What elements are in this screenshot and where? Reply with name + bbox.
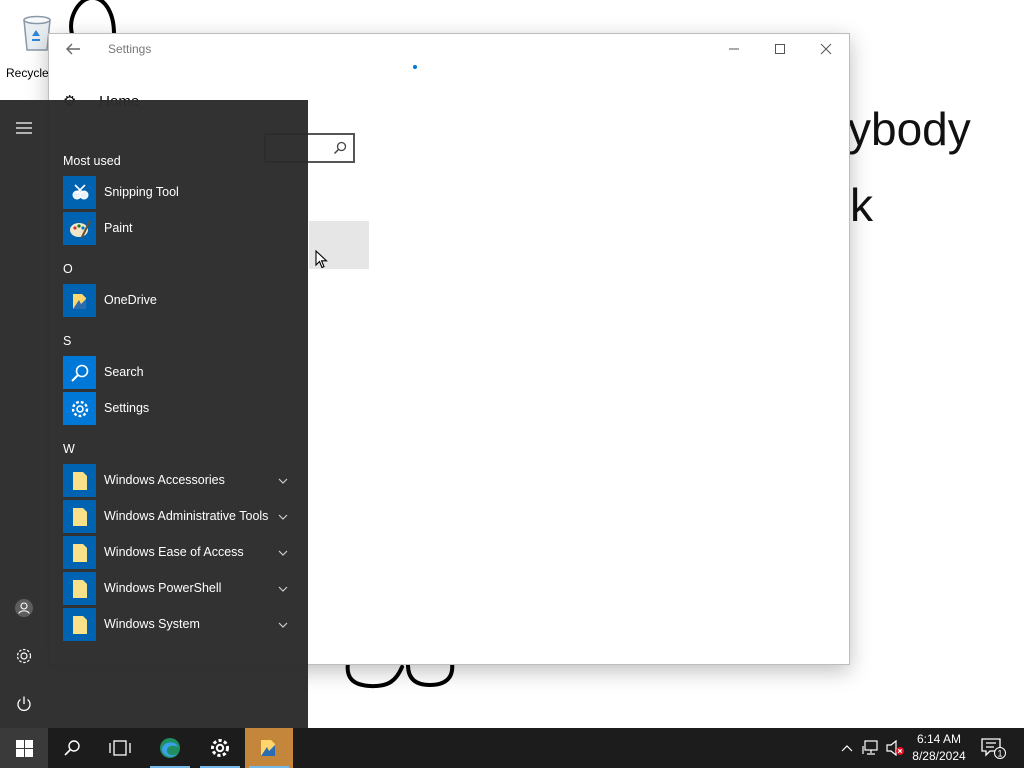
background-text-line-2: k <box>850 179 873 231</box>
show-hidden-icons-button[interactable] <box>838 728 856 768</box>
section-header-w: W <box>63 442 75 456</box>
folder-windows-accessories[interactable]: Windows Accessories <box>63 464 303 498</box>
app-label: Search <box>104 365 144 379</box>
taskbar: 6:14 AM 8/28/2024 1 <box>0 728 1024 768</box>
power-icon <box>17 696 31 711</box>
app-label: Windows PowerShell <box>104 581 222 595</box>
app-search[interactable]: Search <box>63 356 303 390</box>
onedrive-icon <box>63 284 96 317</box>
folder-icon <box>63 572 96 605</box>
taskbar-search-button[interactable] <box>48 728 96 768</box>
snipping-tool-icon <box>63 176 96 209</box>
app-label: Windows System <box>104 617 200 631</box>
app-label: Windows Accessories <box>104 473 225 487</box>
folder-windows-system[interactable]: Windows System <box>63 608 303 642</box>
maximize-button[interactable] <box>757 34 803 64</box>
network-icon <box>862 740 878 755</box>
settings-gear-icon <box>211 739 229 757</box>
section-header-most-used: Most used <box>63 154 121 168</box>
folder-icon <box>63 608 96 641</box>
folder-windows-administrative-tools[interactable]: Windows Administrative Tools <box>63 500 303 534</box>
edge-browser-icon <box>160 738 180 758</box>
settings-gear-icon <box>16 648 32 664</box>
gear-icon <box>63 392 96 425</box>
expand-menu-button[interactable] <box>0 108 48 148</box>
app-paint[interactable]: Paint <box>63 212 303 246</box>
folder-windows-ease-of-access[interactable]: Windows Ease of Access <box>63 536 303 570</box>
close-icon <box>820 43 832 55</box>
chevron-up-icon <box>841 745 853 752</box>
background-text-line-1: ybody <box>848 103 971 155</box>
chevron-down-icon[interactable] <box>277 511 289 523</box>
search-icon <box>63 356 96 389</box>
start-button[interactable] <box>0 728 48 768</box>
task-view-icon <box>109 740 131 756</box>
folder-icon <box>63 464 96 497</box>
volume-muted-icon <box>886 740 904 756</box>
app-snipping-tool[interactable]: Snipping Tool <box>63 176 303 210</box>
app-label: Settings <box>104 401 150 415</box>
power-button[interactable] <box>0 684 48 724</box>
network-status-button[interactable] <box>860 728 882 768</box>
taskbar-file-explorer-button[interactable] <box>245 728 293 768</box>
folder-icon <box>63 536 96 569</box>
start-windows-icon <box>15 739 33 757</box>
maximize-icon <box>775 44 785 54</box>
section-header-s: S <box>63 334 72 348</box>
window-title: Settings <box>108 42 152 56</box>
minimize-icon <box>729 48 739 50</box>
loading-indicator <box>413 65 417 69</box>
clock-time: 6:14 AM <box>916 732 962 746</box>
hamburger-menu-icon <box>16 122 32 134</box>
app-onedrive[interactable]: OneDrive <box>63 284 303 318</box>
app-label: Windows Administrative Tools <box>104 509 269 523</box>
folder-icon <box>63 500 96 533</box>
recycle-bin-label: Recycle <box>6 66 49 80</box>
search-icon[interactable] <box>333 141 347 155</box>
taskbar-edge-button[interactable] <box>146 728 194 768</box>
taskbar-clock[interactable]: 6:14 AM 8/28/2024 <box>908 731 970 765</box>
app-label: Paint <box>104 221 133 235</box>
app-label: OneDrive <box>104 293 157 307</box>
action-center-button[interactable]: 1 <box>978 728 1008 768</box>
chevron-down-icon[interactable] <box>277 475 289 487</box>
chevron-down-icon[interactable] <box>277 547 289 559</box>
section-header-o: O <box>63 262 73 276</box>
app-settings[interactable]: Settings <box>63 392 303 426</box>
user-account-icon <box>15 599 33 617</box>
task-view-button[interactable] <box>96 728 144 768</box>
search-icon <box>64 740 80 756</box>
chevron-down-icon[interactable] <box>277 583 289 595</box>
paint-icon <box>63 212 96 245</box>
app-label: Snipping Tool <box>104 185 179 199</box>
clock-date: 8/28/2024 <box>912 749 966 763</box>
folder-windows-powershell[interactable]: Windows PowerShell <box>63 572 303 606</box>
mouse-pointer-icon <box>315 250 328 269</box>
start-menu[interactable]: Most used Snipping Tool Paint O OneDrive… <box>0 100 308 728</box>
chevron-down-icon[interactable] <box>277 619 289 631</box>
volume-button[interactable] <box>884 728 906 768</box>
file-explorer-icon <box>261 740 275 756</box>
taskbar-settings-button[interactable] <box>196 728 244 768</box>
notification-icon: 1 <box>981 738 1006 759</box>
app-label: Windows Ease of Access <box>104 545 244 559</box>
user-account-button[interactable] <box>0 588 48 628</box>
notification-count: 1 <box>997 749 1002 759</box>
back-arrow-icon[interactable] <box>63 40 83 58</box>
minimize-button[interactable] <box>711 34 757 64</box>
start-settings-button[interactable] <box>0 636 48 676</box>
close-button[interactable] <box>803 34 849 64</box>
